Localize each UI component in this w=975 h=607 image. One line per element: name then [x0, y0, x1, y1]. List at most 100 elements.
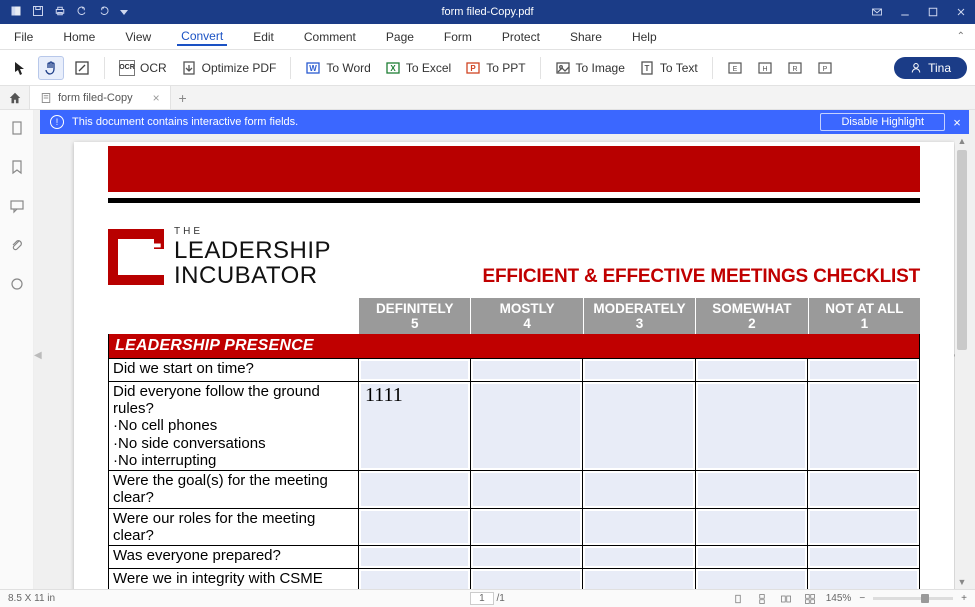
view-continuous-icon[interactable] [754, 592, 770, 606]
form-field[interactable] [698, 571, 805, 589]
form-field[interactable] [473, 548, 580, 566]
maximize-button[interactable] [919, 0, 947, 24]
scroll-down-icon[interactable]: ▼ [955, 575, 969, 589]
menu-help[interactable]: Help [628, 28, 661, 46]
ocr-button[interactable]: OCROCR [115, 57, 171, 79]
thumbnails-icon[interactable] [9, 120, 25, 141]
disable-highlight-button[interactable]: Disable Highlight [820, 113, 945, 131]
optimize-button[interactable]: Optimize PDF [177, 57, 281, 79]
bookmarks-icon[interactable] [9, 159, 25, 180]
menu-form[interactable]: Form [440, 28, 476, 46]
hand-tool[interactable] [38, 56, 64, 80]
form-field[interactable] [810, 571, 917, 589]
view-facing-continuous-icon[interactable] [802, 592, 818, 606]
menu-file[interactable]: File [10, 28, 37, 46]
user-pill[interactable]: Tina [894, 57, 967, 79]
select-tool[interactable] [8, 57, 32, 79]
scroll-up-icon[interactable]: ▲ [955, 134, 969, 148]
new-tab-button[interactable]: + [171, 86, 195, 109]
menu-edit[interactable]: Edit [249, 28, 278, 46]
edit-tool[interactable] [70, 57, 94, 79]
form-field[interactable] [810, 361, 917, 379]
prev-page-nav[interactable]: ◀ [34, 350, 40, 361]
convert-h-icon[interactable]: H [753, 57, 777, 79]
form-field[interactable] [361, 571, 468, 589]
form-field[interactable] [585, 548, 692, 566]
menu-comment[interactable]: Comment [300, 28, 360, 46]
form-field[interactable] [361, 548, 468, 566]
vertical-scrollbar[interactable]: ▲ ▼ [955, 134, 969, 589]
form-field[interactable] [810, 473, 917, 506]
form-field[interactable] [585, 361, 692, 379]
col-header: NOT AT ALL1 [808, 298, 920, 334]
attachments-icon[interactable] [9, 237, 25, 258]
form-field[interactable] [698, 473, 805, 506]
to-text-label: To Text [660, 61, 698, 75]
menu-page[interactable]: Page [382, 28, 418, 46]
form-field[interactable] [473, 511, 580, 544]
home-button[interactable] [0, 86, 30, 109]
form-field[interactable] [473, 384, 580, 468]
form-field[interactable] [698, 384, 805, 468]
qat-dropdown-icon[interactable] [120, 10, 128, 15]
tab-label: form filed-Copy [58, 92, 133, 104]
undo-icon[interactable] [76, 5, 88, 20]
form-field[interactable] [473, 473, 580, 506]
menu-view[interactable]: View [121, 28, 155, 46]
form-field[interactable] [585, 571, 692, 589]
more-panel-icon[interactable] [9, 276, 25, 297]
scrollbar-thumb[interactable] [957, 150, 967, 350]
save-icon[interactable] [32, 5, 44, 20]
zoom-out-button[interactable]: − [859, 593, 865, 604]
question-cell: Were we in integrity with CSME [109, 569, 359, 589]
form-field[interactable] [698, 511, 805, 544]
zoom-slider-thumb[interactable] [921, 594, 929, 603]
view-facing-icon[interactable] [778, 592, 794, 606]
banner-close-icon[interactable]: × [945, 115, 969, 130]
collapse-ribbon-icon[interactable]: ⌃ [957, 31, 965, 42]
to-image-button[interactable]: To Image [551, 57, 629, 79]
form-field[interactable] [698, 548, 805, 566]
convert-r-icon[interactable]: R [783, 57, 807, 79]
document-tab[interactable]: form filed-Copy × [30, 86, 171, 109]
form-field[interactable] [473, 571, 580, 589]
form-field[interactable] [810, 384, 917, 468]
to-ppt-button[interactable]: PTo PPT [461, 57, 529, 79]
menu-share[interactable]: Share [566, 28, 606, 46]
zoom-slider[interactable] [873, 597, 953, 600]
form-field[interactable] [698, 361, 805, 379]
zoom-value[interactable]: 145% [826, 593, 852, 604]
form-field[interactable] [361, 511, 468, 544]
form-field[interactable] [361, 473, 468, 506]
ocr-label: OCR [140, 61, 167, 75]
form-field[interactable] [585, 384, 692, 468]
view-single-icon[interactable] [730, 592, 746, 606]
menu-home[interactable]: Home [59, 28, 99, 46]
form-field[interactable] [585, 473, 692, 506]
to-excel-button[interactable]: XTo Excel [381, 57, 455, 79]
form-field[interactable] [473, 361, 580, 379]
form-field[interactable] [810, 548, 917, 566]
comments-icon[interactable] [9, 198, 25, 219]
svg-text:E: E [732, 66, 737, 73]
convert-e-icon[interactable]: E [723, 57, 747, 79]
form-field[interactable] [361, 361, 468, 379]
to-text-button[interactable]: TTo Text [635, 57, 702, 79]
mail-icon[interactable] [863, 0, 891, 24]
form-field[interactable]: 1111 [361, 384, 468, 468]
menu-convert[interactable]: Convert [177, 27, 227, 46]
tab-close-icon[interactable]: × [153, 91, 160, 105]
page-current[interactable]: 1 [470, 592, 494, 605]
menu-protect[interactable]: Protect [498, 28, 544, 46]
redo-icon[interactable] [98, 5, 110, 20]
print-icon[interactable] [54, 5, 66, 20]
form-field[interactable] [810, 511, 917, 544]
close-button[interactable] [947, 0, 975, 24]
minimize-button[interactable] [891, 0, 919, 24]
form-field[interactable] [585, 511, 692, 544]
svg-text:X: X [390, 64, 396, 73]
convert-p-icon[interactable]: P [813, 57, 837, 79]
zoom-in-button[interactable]: + [961, 593, 967, 604]
to-word-button[interactable]: WTo Word [301, 57, 374, 79]
table-header-row: DEFINITELY5 MOSTLY4 MODERATELY3 SOMEWHAT… [108, 298, 920, 334]
